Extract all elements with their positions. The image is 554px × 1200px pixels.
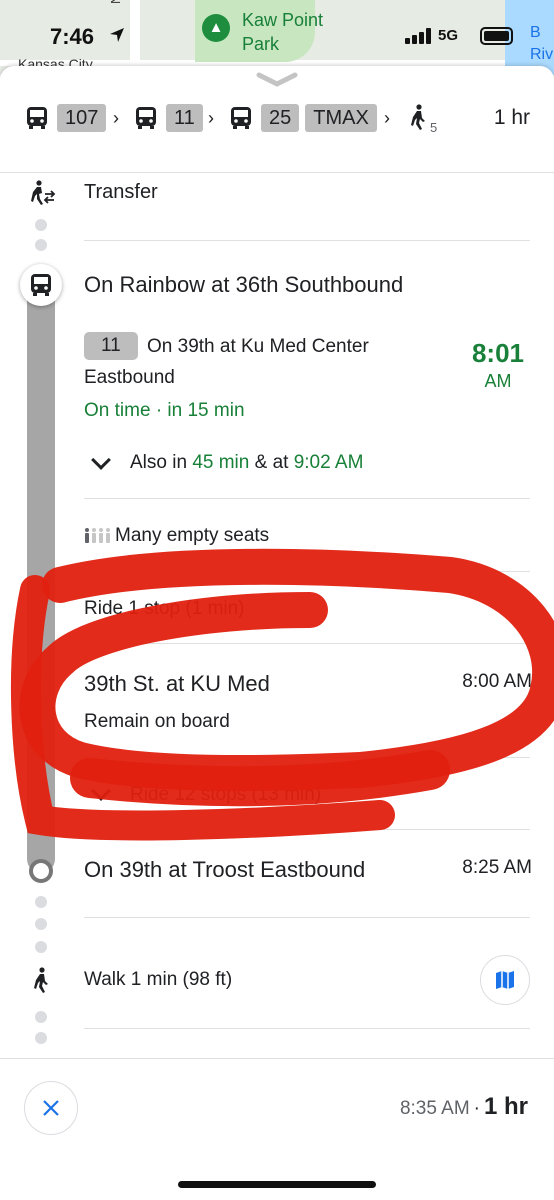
divider xyxy=(84,1028,530,1029)
divider xyxy=(0,172,554,173)
signal-icon xyxy=(405,28,433,44)
chevron-right-icon: › xyxy=(208,108,214,128)
sheet-handle-icon[interactable] xyxy=(256,70,298,88)
also-time: 9:02 AM xyxy=(293,452,364,473)
trip-footer: 8:35 AM · 1 hr xyxy=(0,1058,554,1200)
separator: · xyxy=(473,1098,480,1119)
also-departures[interactable]: Also in 45 min & at 9:02 AM xyxy=(130,452,363,474)
summary-route-3: 25 TMAX xyxy=(230,104,377,132)
timeline-dot xyxy=(35,1032,47,1044)
bus-icon xyxy=(231,107,251,129)
trip-duration: 1 hr xyxy=(493,106,530,129)
ride-stops-second[interactable]: Ride 12 stops (13 min) xyxy=(130,784,321,806)
divider xyxy=(84,917,530,918)
timeline-dot xyxy=(35,918,47,930)
bus-icon xyxy=(136,107,156,129)
route-chip: 25 xyxy=(261,104,300,132)
location-arrow-icon xyxy=(108,26,126,49)
divider xyxy=(84,240,530,241)
divider xyxy=(84,829,530,830)
board-stop-name[interactable]: On Rainbow at 36th Southbound xyxy=(84,272,403,298)
network-label: 5G xyxy=(438,27,459,44)
route-chip: 11 xyxy=(84,332,138,360)
route-chip: 107 xyxy=(57,104,107,132)
status-bar: 7:46 5G xyxy=(0,0,554,60)
transit-rail xyxy=(27,283,55,873)
headsign-direction: Eastbound xyxy=(84,367,175,388)
seat-occupancy-icon xyxy=(85,528,110,543)
departure-status: On time · in 15 min xyxy=(84,400,245,422)
also-prefix: Also in xyxy=(130,452,193,473)
close-button[interactable] xyxy=(24,1081,78,1135)
battery-icon xyxy=(480,27,513,45)
timeline-dot xyxy=(35,896,47,908)
departure-time: 8:01 AM xyxy=(463,337,533,393)
walk-minutes: 5 xyxy=(430,119,438,135)
walk-icon xyxy=(411,104,425,130)
transfer-label: Transfer xyxy=(84,181,158,203)
intermediate-stop-time: 8:00 AM xyxy=(462,671,532,692)
walk-label: Walk 1 min (98 ft) xyxy=(84,969,233,990)
arrival-summary: 8:35 AM · 1 hr xyxy=(400,1093,528,1121)
divider xyxy=(84,757,530,758)
status-text: On time xyxy=(84,400,151,421)
departure-time-ampm: AM xyxy=(484,371,512,391)
alight-stop-name[interactable]: On 39th at Troost Eastbound xyxy=(84,857,365,883)
close-icon xyxy=(43,1100,59,1116)
status-time: 7:46 xyxy=(50,24,95,49)
walk-icon xyxy=(34,967,48,993)
alight-stop-time: 8:25 AM xyxy=(462,857,532,878)
divider xyxy=(84,498,530,499)
alight-stop-node xyxy=(29,859,53,883)
chevron-right-icon: › xyxy=(384,108,390,128)
home-indicator[interactable] xyxy=(178,1181,376,1188)
ride-stops-first[interactable]: Ride 1 stop (1 min) xyxy=(84,598,245,620)
route-chip: TMAX xyxy=(305,104,377,132)
timeline-dot xyxy=(35,239,47,251)
map-view-button[interactable] xyxy=(480,955,530,1005)
also-minutes: 45 min xyxy=(192,452,250,473)
bus-icon xyxy=(27,107,47,129)
map-icon xyxy=(496,971,514,989)
divider xyxy=(84,643,530,644)
route-chip: 11 xyxy=(166,104,203,132)
route-summary[interactable]: 107 › 11 › 25 TMAX › 5 1 hr xyxy=(0,96,554,140)
countdown-text: in 15 min xyxy=(167,400,245,421)
arrival-time: 8:35 AM xyxy=(399,1098,470,1119)
headsign: On 39th at Ku Med Center xyxy=(147,336,369,357)
total-duration: 1 hr xyxy=(483,1093,528,1120)
summary-route-1: 107 xyxy=(26,104,107,132)
summary-walk: 5 xyxy=(408,104,437,135)
remain-on-board: Remain on board xyxy=(84,711,230,732)
departure-time-value: 8:01 xyxy=(471,338,525,368)
divider xyxy=(84,571,530,572)
timeline-dot xyxy=(35,219,47,231)
bus-stop-node xyxy=(20,264,62,306)
bus-icon xyxy=(31,274,51,296)
timeline-dot xyxy=(35,941,47,953)
crowding-label: Many empty seats xyxy=(115,525,270,546)
also-mid: & at xyxy=(249,452,294,473)
transfer-icon xyxy=(31,180,56,205)
intermediate-stop-name[interactable]: 39th St. at KU Med xyxy=(84,671,270,697)
directions-sheet[interactable]: 107 › 11 › 25 TMAX › 5 1 hr xyxy=(0,66,554,1200)
summary-route-2: 11 xyxy=(135,104,203,132)
timeline-dot xyxy=(35,1011,47,1023)
separator: · xyxy=(155,400,163,421)
chevron-right-icon: › xyxy=(113,108,119,128)
